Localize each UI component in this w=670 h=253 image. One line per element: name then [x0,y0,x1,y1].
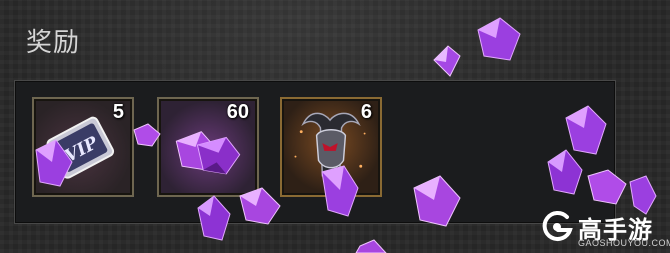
watermark-logo-icon [542,211,573,241]
reward-slot-helmet[interactable]: 6 [280,97,382,197]
reward-count: 6 [360,101,372,123]
watermark-url: GAOSHOUYOU.COM [578,238,670,248]
reward-slot-vip[interactable]: VIP 5 [32,97,134,197]
watermark: 高手游 GAOSHOUYOU.COM [540,208,670,250]
reward-count: 60 [226,101,249,123]
reward-slot-gem[interactable]: 60 [157,97,259,197]
page-title: 奖励 [26,28,81,58]
reward-count: 5 [112,101,124,123]
